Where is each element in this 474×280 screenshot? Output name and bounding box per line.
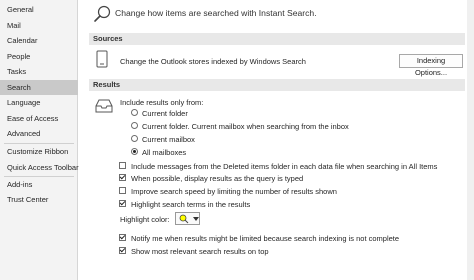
- sources-section-header: Sources: [89, 33, 465, 45]
- checkbox-limit-results[interactable]: [119, 187, 126, 194]
- inbox-tray-icon: [95, 99, 113, 113]
- page-title: Change how items are searched with Insta…: [115, 8, 317, 18]
- sidebar-item-calendar[interactable]: Calendar: [0, 33, 78, 48]
- sidebar-item-quick-access-toolbar[interactable]: Quick Access Toolbar: [0, 160, 79, 175]
- sidebar-item-add-ins[interactable]: Add-ins: [0, 177, 78, 192]
- highlight-color-swatch-icon: [179, 214, 189, 224]
- radio-current-mailbox-label[interactable]: Current mailbox: [142, 135, 195, 144]
- checkbox-include-deleted-items[interactable]: [119, 162, 126, 169]
- device-icon: [96, 50, 108, 68]
- search-magnifier-icon: [94, 5, 111, 22]
- checkbox-relevant-on-top[interactable]: [119, 247, 126, 254]
- sidebar-item-tasks[interactable]: Tasks: [0, 64, 78, 79]
- checkbox-display-as-typed[interactable]: [119, 174, 126, 181]
- indexing-options-button[interactable]: Indexing Options...: [399, 54, 463, 77]
- highlight-color-label: Highlight color:: [120, 215, 170, 224]
- radio-current-folder-mailbox[interactable]: [131, 122, 138, 129]
- radio-current-folder-label[interactable]: Current folder: [142, 109, 188, 118]
- checkbox-limit-results-label[interactable]: Improve search speed by limiting the num…: [131, 187, 337, 196]
- checkbox-notify-limited[interactable]: [119, 234, 126, 241]
- checkbox-highlight-terms-label[interactable]: Highlight search terms in the results: [131, 200, 250, 209]
- checkbox-display-as-typed-label[interactable]: When possible, display results as the qu…: [131, 174, 303, 183]
- options-sidebar: General Mail Calendar People Tasks Searc…: [0, 0, 79, 280]
- highlight-color-dropdown[interactable]: [175, 212, 200, 225]
- sidebar-item-search[interactable]: Search: [0, 80, 78, 95]
- sidebar-item-mail[interactable]: Mail: [0, 18, 78, 33]
- results-section-header: Results: [89, 79, 465, 91]
- sidebar-item-trust-center[interactable]: Trust Center: [0, 192, 78, 207]
- sidebar-item-people[interactable]: People: [0, 49, 78, 64]
- radio-current-mailbox[interactable]: [131, 135, 138, 142]
- radio-current-folder-mailbox-label[interactable]: Current folder. Current mailbox when sea…: [142, 122, 349, 131]
- vertical-scrollbar[interactable]: [467, 0, 474, 280]
- sources-description: Change the Outlook stores indexed by Win…: [120, 57, 306, 66]
- sidebar-item-language[interactable]: Language: [0, 95, 78, 110]
- checkbox-relevant-on-top-label[interactable]: Show most relevant search results on top: [131, 247, 269, 256]
- sidebar-item-ease-of-access[interactable]: Ease of Access: [0, 111, 78, 126]
- checkbox-notify-limited-label[interactable]: Notify me when results might be limited …: [131, 234, 399, 243]
- sidebar-item-advanced[interactable]: Advanced: [0, 126, 78, 141]
- radio-all-mailboxes-label[interactable]: All mailboxes: [142, 148, 186, 157]
- checkbox-highlight-terms[interactable]: [119, 200, 126, 207]
- include-results-label: Include results only from:: [120, 98, 204, 107]
- sidebar-item-general[interactable]: General: [0, 2, 78, 17]
- search-options-panel: Change how items are searched with Insta…: [79, 0, 474, 280]
- radio-current-folder[interactable]: [131, 109, 138, 116]
- sidebar-item-customize-ribbon[interactable]: Customize Ribbon: [0, 144, 78, 159]
- chevron-down-icon: [193, 217, 199, 221]
- checkbox-include-deleted-items-label[interactable]: Include messages from the Deleted items …: [131, 162, 437, 171]
- radio-all-mailboxes[interactable]: [131, 148, 138, 155]
